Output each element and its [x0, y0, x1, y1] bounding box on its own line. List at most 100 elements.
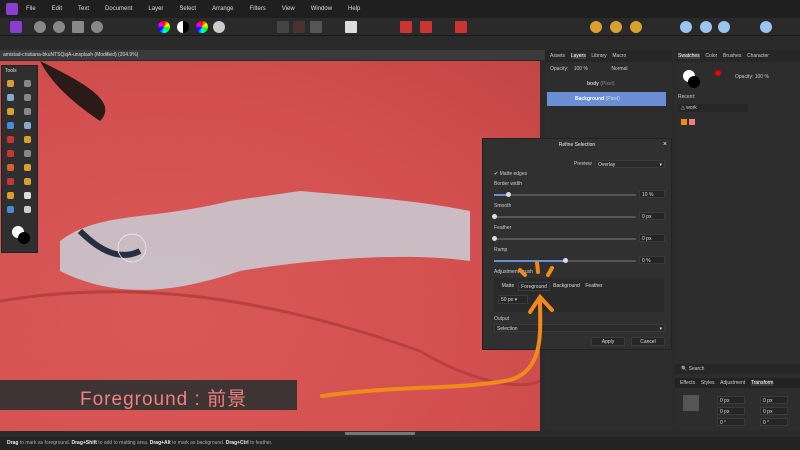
h-field[interactable]: 0 px — [760, 407, 788, 415]
y-field[interactable]: 0 px — [760, 396, 788, 404]
smooth-slider[interactable] — [492, 214, 636, 219]
sync-icon[interactable] — [760, 21, 772, 33]
border-width-slider[interactable] — [494, 192, 636, 197]
close-icon[interactable]: × — [663, 141, 667, 148]
levels-icon[interactable] — [158, 21, 170, 33]
anchor-icon[interactable] — [683, 395, 699, 411]
crop-tool-icon[interactable] — [24, 94, 31, 101]
cancel-button[interactable]: Cancel — [631, 337, 665, 346]
pen-icon[interactable] — [7, 192, 14, 199]
healing-icon[interactable] — [24, 164, 31, 171]
brush-size-select[interactable]: 50 px ▾ — [498, 295, 528, 304]
account-icon[interactable] — [718, 21, 730, 33]
layer-item[interactable]: Background (Pixel) — [547, 92, 666, 106]
menu-edit[interactable]: Edit — [52, 6, 62, 12]
swatch-opacity[interactable]: 100 % — [755, 74, 769, 80]
dodge-icon[interactable] — [24, 150, 31, 157]
black-white-icon[interactable] — [177, 21, 189, 33]
export-persona-icon[interactable] — [91, 21, 103, 33]
menu-window[interactable]: Window — [311, 6, 332, 12]
swatch-pink[interactable] — [689, 119, 695, 125]
erase-icon[interactable] — [7, 150, 14, 157]
horizontal-scrollbar[interactable] — [345, 432, 415, 435]
tab-transform[interactable]: Transform — [750, 380, 774, 386]
tab-macro[interactable]: Macro — [612, 53, 626, 59]
x-field[interactable]: 0 px — [717, 396, 745, 404]
ramp-slider[interactable] — [494, 258, 636, 263]
deselect-icon[interactable] — [293, 21, 305, 33]
tab-adjustment[interactable]: Adjustment — [720, 380, 745, 386]
photo-persona-icon[interactable] — [10, 21, 22, 33]
white-balance-icon[interactable] — [213, 21, 225, 33]
menu-select[interactable]: Select — [179, 6, 196, 12]
menu-layer[interactable]: Layer — [148, 6, 163, 12]
search-input[interactable]: 🔍 Search — [675, 364, 800, 374]
invert-selection-icon[interactable] — [310, 21, 322, 33]
blemish-icon[interactable] — [24, 178, 31, 185]
clone-icon[interactable] — [7, 164, 14, 171]
ramp-value[interactable]: 0 % — [639, 256, 665, 264]
canvas[interactable] — [0, 61, 540, 431]
selection-brush-icon[interactable] — [7, 108, 14, 115]
arrange-icon[interactable] — [590, 21, 602, 33]
palette-select[interactable]: △ work — [678, 104, 748, 112]
blend-mode-select[interactable]: Normal — [611, 66, 627, 72]
zoom-tool-icon[interactable] — [24, 206, 31, 213]
mode-foreground[interactable]: Foreground — [518, 282, 550, 291]
feather-value[interactable]: 0 px — [639, 234, 665, 242]
apply-button[interactable]: Apply — [591, 337, 625, 346]
text-tool-icon[interactable] — [24, 192, 31, 199]
develop-persona-icon[interactable] — [53, 21, 65, 33]
feather-slider[interactable] — [492, 236, 636, 241]
secondary-color-icon[interactable] — [18, 232, 30, 244]
menu-arrange[interactable]: Arrange — [212, 6, 233, 12]
quick-mask-icon[interactable] — [345, 21, 357, 33]
menu-file[interactable]: File — [26, 6, 36, 12]
flood-select-icon[interactable] — [24, 108, 31, 115]
menu-view[interactable]: View — [282, 6, 295, 12]
matte-edges-checkbox[interactable]: ✔ Matte edges — [494, 171, 527, 177]
move-tool-icon[interactable] — [24, 80, 31, 87]
tab-color[interactable]: Color — [705, 53, 717, 59]
layer-opacity[interactable]: 100 % — [574, 66, 588, 72]
tab-assets[interactable]: Assets — [550, 53, 565, 59]
output-select[interactable]: Selection ▾ — [494, 324, 665, 332]
tab-swatches[interactable]: Swatches — [678, 53, 700, 59]
snapping-icon[interactable] — [400, 21, 412, 33]
red-swatch-icon[interactable] — [715, 70, 721, 76]
chat-icon[interactable] — [680, 21, 692, 33]
tab-character[interactable]: Character — [747, 53, 769, 59]
tab-effects[interactable]: Effects — [680, 380, 695, 386]
assistant-icon[interactable] — [420, 21, 432, 33]
mode-feather[interactable]: Feather — [583, 282, 605, 291]
stroke-color-icon[interactable] — [688, 76, 700, 88]
menu-help[interactable]: Help — [348, 6, 360, 12]
menu-text[interactable]: Text — [78, 6, 89, 12]
shape-tool-icon[interactable] — [7, 206, 14, 213]
menu-document[interactable]: Document — [105, 6, 132, 12]
border-width-value[interactable]: 10 % — [639, 190, 665, 198]
tone-mapping-persona-icon[interactable] — [72, 21, 84, 33]
brush-icon[interactable] — [24, 136, 31, 143]
liquify-persona-icon[interactable] — [34, 21, 46, 33]
help-chat-icon[interactable] — [700, 21, 712, 33]
hand-tool-icon[interactable] — [7, 80, 14, 87]
tab-brushes[interactable]: Brushes — [723, 53, 741, 59]
mode-matte[interactable]: Matte — [498, 282, 518, 291]
w-field[interactable]: 0 px — [717, 407, 745, 415]
marquee-icon[interactable] — [7, 122, 14, 129]
preview-select[interactable]: Overlay ▾ — [595, 160, 665, 168]
layer-item[interactable]: body (Pixel) — [545, 76, 672, 92]
mode-background[interactable]: Background — [550, 282, 583, 291]
color-picker-icon[interactable] — [7, 136, 14, 143]
menu-filters[interactable]: Filters — [249, 6, 265, 12]
rotation-field[interactable]: 0 ° — [717, 418, 745, 426]
fill-tool-icon[interactable] — [24, 122, 31, 129]
tab-library[interactable]: Library — [591, 53, 606, 59]
red-eye-icon[interactable] — [7, 178, 14, 185]
hsl-icon[interactable] — [196, 21, 208, 33]
selection-icon[interactable] — [277, 21, 289, 33]
flip-icon[interactable] — [610, 21, 622, 33]
rotate-icon[interactable] — [630, 21, 642, 33]
smooth-value[interactable]: 0 px — [639, 212, 665, 220]
